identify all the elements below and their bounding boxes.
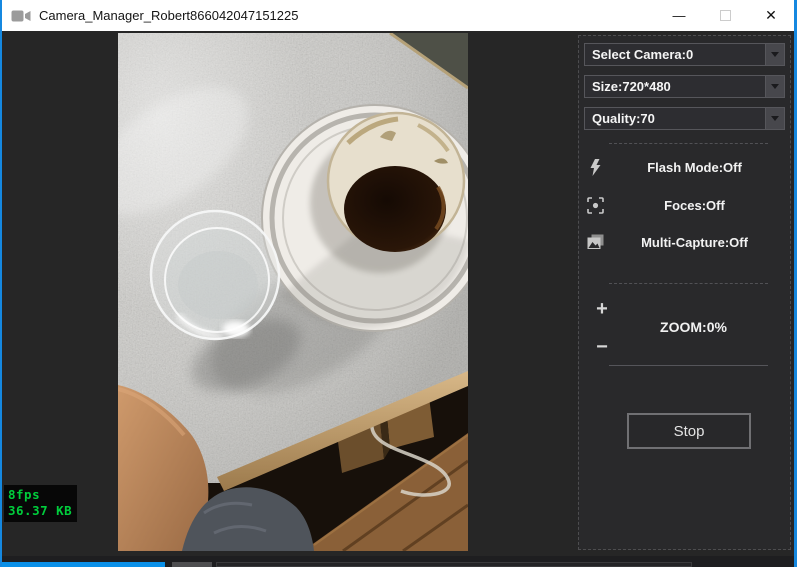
- multi-capture-toggle[interactable]: Multi-Capture:Off: [585, 229, 784, 255]
- select-camera-dropdown[interactable]: Select Camera:0: [584, 43, 785, 66]
- window-title: Camera_Manager_Robert866042047151225: [39, 8, 299, 23]
- stream-stats: 8fps 36.37 KB: [4, 485, 78, 522]
- scrollbar-track-segment: [216, 562, 692, 567]
- camera-preview-image: [118, 33, 468, 551]
- minus-icon: −: [596, 336, 608, 358]
- stop-button[interactable]: Stop: [627, 413, 751, 449]
- close-icon: ✕: [765, 7, 777, 23]
- window-controls: — ✕: [656, 0, 794, 31]
- scrollbar-thumb[interactable]: [2, 562, 165, 567]
- maximize-button[interactable]: [702, 0, 748, 31]
- multi-capture-icon: [585, 234, 605, 250]
- frame-size-value: 36.37 KB: [8, 503, 73, 518]
- flash-mode-label: Flash Mode:Off: [647, 159, 742, 175]
- separator: [609, 143, 768, 144]
- chevron-down-icon[interactable]: [765, 44, 784, 65]
- camera-preview: [118, 33, 468, 551]
- minimize-icon: —: [672, 8, 686, 23]
- horizontal-scrollbar: [2, 556, 794, 567]
- zoom-section: + − ZOOM:0%: [585, 291, 784, 381]
- size-value: Size:720*480: [592, 79, 671, 94]
- zoom-in-button[interactable]: +: [591, 297, 613, 321]
- stop-button-label: Stop: [673, 422, 705, 440]
- scrollbar-segment: [172, 562, 212, 567]
- separator: [609, 283, 768, 284]
- minimize-button[interactable]: —: [656, 0, 702, 31]
- close-button[interactable]: ✕: [748, 0, 794, 31]
- flash-mode-toggle[interactable]: Flash Mode:Off: [585, 154, 784, 180]
- focus-label: Foces:Off: [664, 197, 725, 213]
- focus-toggle[interactable]: Foces:Off: [585, 192, 784, 218]
- multi-capture-label: Multi-Capture:Off: [641, 234, 748, 250]
- control-panel: Select Camera:0 Size:720*480 Quality:70 …: [578, 35, 791, 550]
- chevron-down-icon[interactable]: [765, 108, 784, 129]
- zoom-out-button[interactable]: −: [591, 335, 613, 359]
- title-bar: Camera_Manager_Robert866042047151225 — ✕: [2, 0, 794, 31]
- quality-dropdown[interactable]: Quality:70: [584, 107, 785, 130]
- maximize-icon: [719, 10, 731, 21]
- chevron-down-icon[interactable]: [765, 76, 784, 97]
- select-camera-value: Select Camera:0: [592, 47, 694, 62]
- app-window: Camera_Manager_Robert866042047151225 — ✕: [0, 0, 797, 567]
- size-dropdown[interactable]: Size:720*480: [584, 75, 785, 98]
- plus-icon: +: [596, 298, 608, 320]
- quality-value: Quality:70: [592, 111, 655, 126]
- zoom-value: ZOOM:0%: [660, 319, 727, 335]
- flash-icon: [585, 158, 605, 176]
- camera-icon: [11, 10, 31, 21]
- fps-value: 8fps: [8, 487, 41, 502]
- separator: [609, 365, 768, 366]
- client-area: 8fps 36.37 KB Select Camera:0 Size:720*4…: [2, 31, 794, 556]
- focus-icon: [585, 196, 605, 214]
